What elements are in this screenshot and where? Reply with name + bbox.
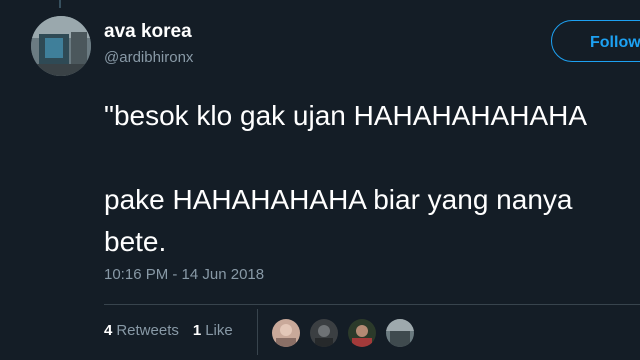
retweets-stat[interactable]: 4 Retweets xyxy=(104,322,179,339)
thread-connector xyxy=(59,0,61,8)
avatar[interactable] xyxy=(31,16,91,76)
tweet-stats: 4 Retweets 1 Like xyxy=(104,322,233,339)
author-display-name[interactable]: ava korea xyxy=(104,21,192,43)
retweets-label: Retweets xyxy=(116,322,179,339)
liker-avatar[interactable] xyxy=(309,318,339,348)
liker-avatar[interactable] xyxy=(385,318,415,348)
follow-button[interactable]: Follow xyxy=(551,20,640,62)
retweets-count: 4 xyxy=(104,322,113,339)
tweet-timestamp[interactable]: 10:16 PM - 14 Jun 2018 xyxy=(104,266,264,283)
likes-label: Like xyxy=(205,322,233,339)
tweet-text: "besok klo gak ujan HAHAHAHAHAHA pake HA… xyxy=(104,100,588,257)
author-handle[interactable]: @ardibhironx xyxy=(104,49,193,66)
liker-avatar[interactable] xyxy=(347,318,377,348)
liker-avatar[interactable] xyxy=(271,318,301,348)
divider xyxy=(104,304,640,305)
avatar-photo xyxy=(31,16,91,76)
likes-count: 1 xyxy=(192,322,202,339)
likes-stat[interactable]: 1 Like xyxy=(193,322,233,339)
liker-avatars xyxy=(271,318,423,348)
stats-separator xyxy=(257,309,258,355)
